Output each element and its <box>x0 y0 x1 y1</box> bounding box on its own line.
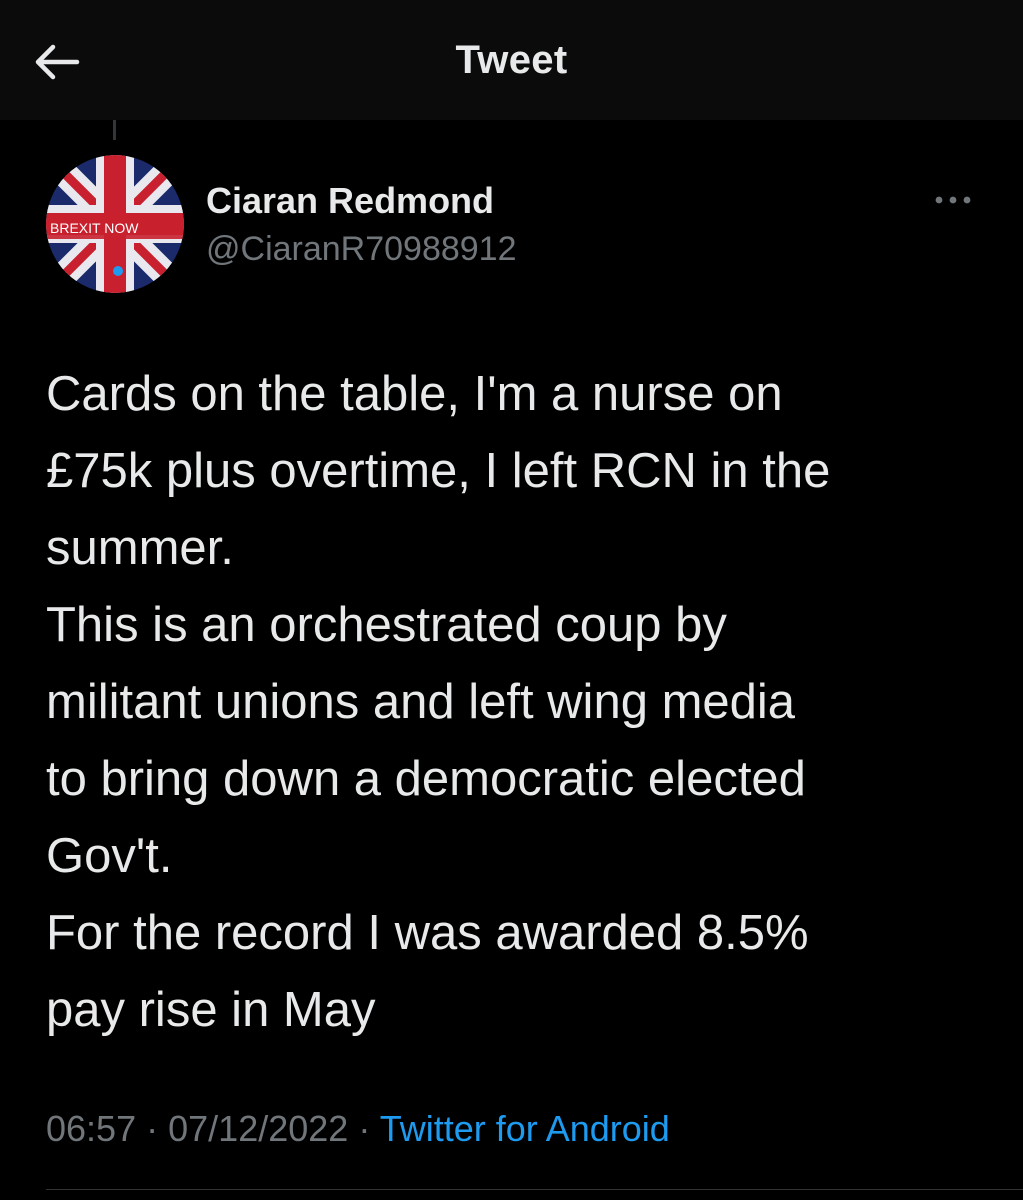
tweet-text: Cards on the table, I'm a nurse on £75k … <box>46 367 831 1037</box>
meta-separator: · <box>358 1108 371 1149</box>
divider <box>46 1189 1023 1190</box>
author-handle[interactable]: @CiaranR70988912 <box>206 230 517 269</box>
more-horizontal-icon <box>935 196 971 204</box>
tweet-date[interactable]: 07/12/2022 <box>168 1108 348 1149</box>
avatar-text: BREXIT NOW <box>50 220 139 236</box>
thread-connector-line <box>113 120 116 140</box>
meta-separator: · <box>146 1108 159 1149</box>
tweet-metadata: 06:57 · 07/12/2022 · Twitter for Android <box>46 1108 670 1150</box>
tweet-source-link[interactable]: Twitter for Android <box>380 1108 670 1149</box>
tweet-time[interactable]: 06:57 <box>46 1108 136 1149</box>
avatar[interactable]: BREXIT NOW <box>46 155 184 293</box>
union-jack-avatar-image: BREXIT NOW <box>46 155 184 293</box>
more-options-button[interactable] <box>928 186 978 214</box>
top-bar: Tweet <box>0 0 1023 120</box>
page-title: Tweet <box>455 38 568 82</box>
author-display-name[interactable]: Ciaran Redmond <box>206 180 494 222</box>
